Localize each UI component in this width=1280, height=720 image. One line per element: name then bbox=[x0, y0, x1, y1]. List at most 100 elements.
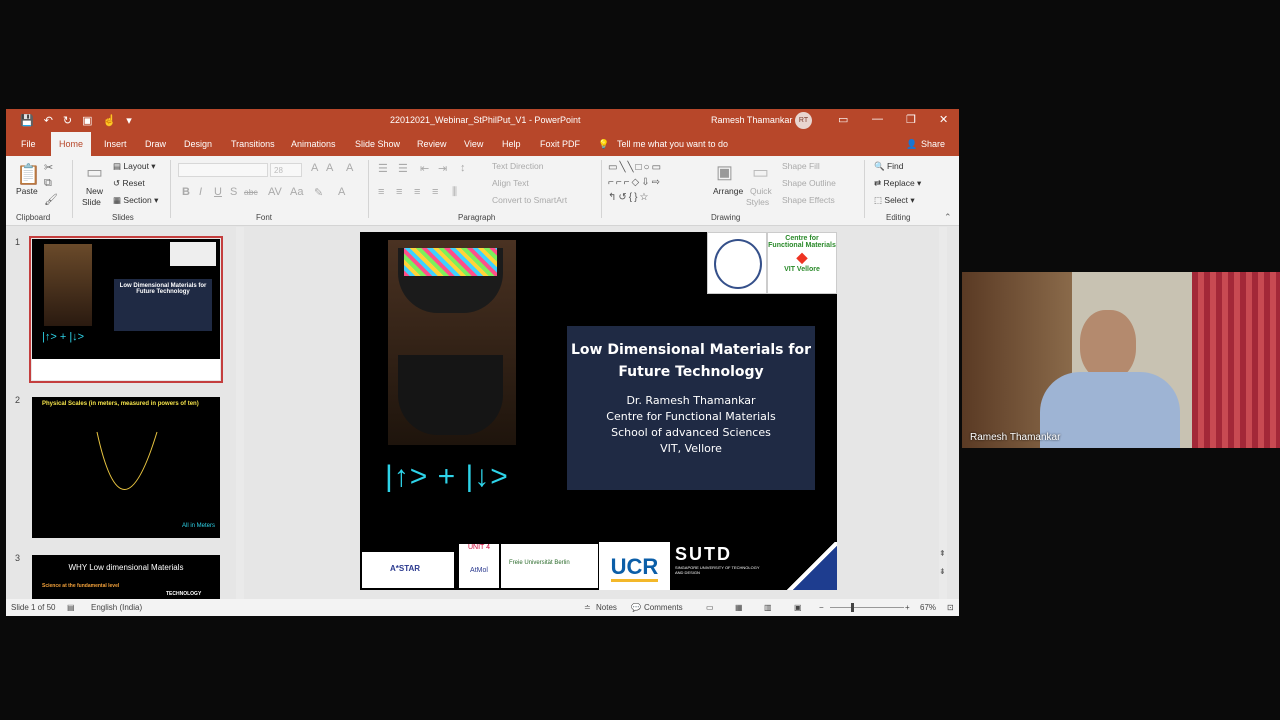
bullets-icon[interactable]: ☰ bbox=[378, 162, 388, 175]
normal-view-icon[interactable]: ▭ bbox=[706, 603, 714, 612]
highlight-icon[interactable]: ✎ bbox=[314, 186, 323, 199]
find-button[interactable]: 🔍 Find bbox=[874, 161, 904, 172]
avatar[interactable]: RT bbox=[795, 112, 812, 129]
collapse-ribbon-icon[interactable]: ⌃ bbox=[944, 212, 952, 223]
participant-video[interactable]: Ramesh Thamankar bbox=[962, 272, 1280, 448]
notes-button[interactable]: Notes bbox=[596, 603, 617, 612]
tab-transitions[interactable]: Transitions bbox=[231, 139, 275, 149]
zoom-slider[interactable] bbox=[830, 607, 904, 608]
tab-foxit-pdf[interactable]: Foxit PDF bbox=[540, 139, 580, 149]
increase-indent-icon[interactable]: ⇥ bbox=[438, 162, 447, 175]
align-left-icon[interactable]: ≡ bbox=[378, 186, 384, 198]
select-button[interactable]: ⬚ Select ▾ bbox=[874, 195, 915, 206]
tab-file[interactable]: File bbox=[21, 139, 36, 149]
slide-thumbnail-1[interactable]: Low Dimensional Materials for Future Tec… bbox=[29, 236, 223, 383]
reading-view-icon[interactable]: ▥ bbox=[764, 603, 772, 612]
copy-icon[interactable]: ⧉ bbox=[44, 177, 52, 190]
redo-icon[interactable]: ↻ bbox=[63, 114, 72, 127]
tab-animations[interactable]: Animations bbox=[291, 139, 336, 149]
increase-font-icon[interactable]: A bbox=[311, 162, 318, 174]
shape-outline-button[interactable]: Shape Outline bbox=[782, 178, 836, 188]
customize-qat-icon[interactable]: ▾ bbox=[126, 114, 132, 127]
tab-insert[interactable]: Insert bbox=[104, 139, 127, 149]
underline-button[interactable]: U bbox=[214, 186, 222, 198]
comments-icon[interactable]: 💬 bbox=[631, 603, 641, 612]
font-size-field[interactable]: 28 bbox=[270, 163, 302, 177]
share-button[interactable]: Share bbox=[921, 139, 945, 149]
zoom-level[interactable]: 67% bbox=[920, 603, 936, 612]
thumbnail-scrollbar[interactable] bbox=[236, 227, 244, 599]
italic-button[interactable]: I bbox=[199, 186, 202, 198]
editor-scrollbar[interactable] bbox=[939, 227, 947, 599]
justify-icon[interactable]: ≡ bbox=[432, 186, 438, 198]
replace-button[interactable]: ⇄ Replace ▾ bbox=[874, 178, 921, 189]
strikethrough-button[interactable]: abc bbox=[244, 187, 258, 197]
tab-slide-show[interactable]: Slide Show bbox=[355, 139, 400, 149]
paste-icon[interactable]: 📋 bbox=[16, 162, 41, 187]
tell-me-search[interactable]: Tell me what you want to do bbox=[617, 139, 728, 149]
quick-styles-icon[interactable]: ▭ bbox=[752, 162, 769, 183]
bold-button[interactable]: B bbox=[182, 186, 190, 198]
fit-slide-icon[interactable]: ⊡ bbox=[947, 603, 954, 612]
numbering-icon[interactable]: ☰ bbox=[398, 162, 408, 175]
zoom-in-icon[interactable]: + bbox=[905, 603, 910, 612]
char-spacing-icon[interactable]: AV bbox=[268, 186, 282, 198]
align-text-button[interactable]: Align Text bbox=[492, 178, 529, 188]
decrease-indent-icon[interactable]: ⇤ bbox=[420, 162, 429, 175]
comments-button[interactable]: Comments bbox=[644, 603, 683, 612]
align-center-icon[interactable]: ≡ bbox=[396, 186, 402, 198]
tab-home[interactable]: Home bbox=[51, 132, 92, 156]
current-slide[interactable]: |↑> + |↓> Centre for Functional Material… bbox=[360, 232, 837, 590]
slide-thumbnail-2[interactable]: Physical Scales (in meters, measured in … bbox=[32, 397, 220, 538]
ribbon-display-icon[interactable]: ▭ bbox=[838, 113, 848, 126]
columns-icon[interactable]: ⫼ bbox=[452, 186, 457, 199]
slide-thumbnail-3[interactable]: WHY Low dimensional Materials Science at… bbox=[32, 555, 220, 599]
decrease-font-icon[interactable]: A bbox=[326, 162, 333, 174]
prev-slide-icon[interactable]: ⇞ bbox=[939, 549, 946, 558]
reset-button[interactable]: ↺ Reset bbox=[113, 178, 145, 189]
save-icon[interactable]: 💾 bbox=[20, 114, 34, 127]
close-icon[interactable]: ✕ bbox=[939, 113, 948, 126]
minimize-icon[interactable]: — bbox=[872, 113, 883, 125]
change-case-icon[interactable]: Aa bbox=[290, 186, 303, 198]
slideshow-view-icon[interactable]: ▣ bbox=[794, 603, 802, 612]
account-name[interactable]: Ramesh Thamankar bbox=[711, 115, 792, 125]
new-slide-icon[interactable]: ▭ bbox=[86, 162, 103, 183]
section-button[interactable]: ▦ Section ▾ bbox=[113, 195, 158, 206]
tab-review[interactable]: Review bbox=[417, 139, 447, 149]
arrange-icon[interactable]: ▣ bbox=[716, 162, 733, 183]
tab-view[interactable]: View bbox=[464, 139, 483, 149]
tab-draw[interactable]: Draw bbox=[145, 139, 166, 149]
quick-styles-label-2[interactable]: Styles bbox=[746, 197, 769, 207]
align-right-icon[interactable]: ≡ bbox=[414, 186, 420, 198]
title-box[interactable]: Low Dimensional Materials for Future Tec… bbox=[567, 326, 815, 490]
undo-icon[interactable]: ↶ bbox=[44, 114, 53, 127]
tab-design[interactable]: Design bbox=[184, 139, 212, 149]
notes-icon[interactable]: ≐ bbox=[584, 603, 591, 612]
language-indicator[interactable]: English (India) bbox=[91, 603, 142, 612]
format-painter-icon[interactable]: 🖌 bbox=[44, 193, 58, 206]
touch-mode-icon[interactable]: ☝ bbox=[103, 114, 117, 127]
shape-fill-button[interactable]: Shape Fill bbox=[782, 161, 820, 171]
line-spacing-icon[interactable]: ↕ bbox=[460, 162, 466, 174]
zoom-slider-thumb[interactable] bbox=[851, 603, 854, 612]
new-slide-label-2[interactable]: Slide bbox=[82, 197, 101, 207]
layout-button[interactable]: ▤ Layout ▾ bbox=[113, 161, 156, 172]
restore-icon[interactable]: ❐ bbox=[906, 113, 916, 126]
tab-help[interactable]: Help bbox=[502, 139, 521, 149]
paste-button[interactable]: Paste bbox=[16, 186, 38, 196]
accessibility-icon[interactable]: ▤ bbox=[67, 603, 75, 612]
present-icon[interactable]: ▣ bbox=[82, 114, 92, 127]
arrange-button[interactable]: Arrange bbox=[713, 186, 743, 196]
font-color-icon[interactable]: A bbox=[338, 186, 345, 198]
convert-smartart-button[interactable]: Convert to SmartArt bbox=[492, 195, 567, 205]
font-name-field[interactable] bbox=[178, 163, 268, 177]
quick-styles-label-1[interactable]: Quick bbox=[750, 186, 772, 196]
cut-icon[interactable]: ✂ bbox=[44, 161, 53, 174]
zoom-out-icon[interactable]: − bbox=[819, 603, 824, 612]
slide-sorter-icon[interactable]: ▦ bbox=[735, 603, 743, 612]
next-slide-icon[interactable]: ⇟ bbox=[939, 567, 946, 576]
new-slide-label-1[interactable]: New bbox=[86, 186, 103, 196]
shapes-gallery[interactable]: ▭╲╲□○▭ ⌐⌐⌐◇⇩⇨ ↰↺{}☆ bbox=[608, 160, 700, 208]
shadow-button[interactable]: S bbox=[230, 186, 237, 198]
